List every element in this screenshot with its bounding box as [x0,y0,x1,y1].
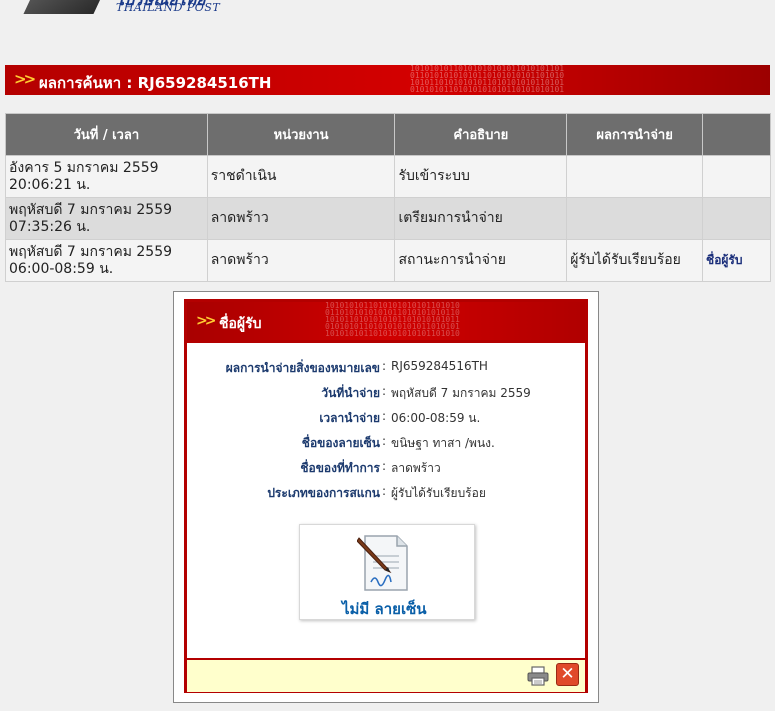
column-header-description: คำอธิบาย [394,113,568,156]
detail-row-office-name: ชื่อของที่ทำการ : ลาดพร้าว [187,459,585,483]
detail-label: ชื่อของลายเซ็น [301,436,380,450]
office-cell: ราชดำเนิน [206,155,396,198]
datetime-cell: พฤหัสบดี 7 มกราคม 2559 07:35:26 น. [5,197,208,240]
office-cell: ลาดพร้าว [206,197,396,240]
column-header-datetime: วันที่ / เวลา [5,113,208,156]
popup-title: ชื่อผู้รับ [219,316,262,332]
popup-panel: 1010101011010101010101101010 01101010101… [184,299,588,693]
receiver-name-link[interactable]: ชื่อผู้รับ [706,253,742,267]
receiver-popup: 1010101011010101010101101010 01101010101… [173,291,599,703]
detail-row-delivery-time: เวลานำจ่าย : 06:00-08:59 น. [187,409,585,433]
detail-colon: : [382,459,387,473]
table-row: พฤหัสบดี 7 มกราคม 2559 07:35:26 น. ลาดพร้… [5,197,771,240]
link-cell [702,155,771,198]
thailand-post-logo: ไปรษณีย์ไทย THAILAND POST [0,0,260,22]
date-text: พฤหัสบดี 7 มกราคม 2559 [9,201,173,218]
signature-box: ไม่มี ลายเซ็น [299,524,475,620]
close-icon[interactable]: ✕ [556,663,579,686]
datetime-cell: อังคาร 5 มกราคม 2559 20:06:21 น. [5,155,208,198]
header-divider [187,340,585,343]
description-cell: เตรียมการนำจ่าย [394,197,568,240]
detail-row-scan-type: ประเภทของการสแกน : ผู้รับได้รับเรียบร้อย [187,484,585,508]
detail-colon: : [382,484,387,498]
result-cell [566,197,704,240]
logo-mark-icon [23,0,107,14]
column-header-office: หน่วยงาน [206,113,396,156]
time-text: 07:35:26 น. [9,218,91,235]
link-cell: ชื่อผู้รับ [702,239,771,282]
detail-row-delivery-date: วันที่นำจ่าย : พฤหัสบดี 7 มกราคม 2559 [187,384,585,408]
detail-colon: : [382,384,387,398]
logo-english-text: THAILAND POST [116,1,221,14]
popup-header: 1010101011010101010101101010 01101010101… [187,302,585,340]
double-chevron-icon: >> [14,70,36,88]
detail-label: ประเภทของการสแกน [267,486,380,500]
table-header-row: วันที่ / เวลา หน่วยงาน คำอธิบาย ผลการนำจ… [5,113,771,156]
datetime-cell: พฤหัสบดี 7 มกราคม 2559 06:00-08:59 น. [5,239,208,282]
description-cell: สถานะการนำจ่าย [394,239,568,282]
result-banner-title: ผลการค้นหา : RJ659284516TH [39,74,272,92]
result-banner: 10101010110101010101011010101101 0110101… [5,65,770,95]
detail-value: 06:00-08:59 น. [391,411,481,425]
detail-row-signer-name: ชื่อของลายเซ็น : ขนิษฐา ทาสา /พนง. [187,434,585,458]
detail-value: ขนิษฐา ทาสา /พนง. [391,436,495,450]
no-signature-text: ไม่มี ลายเซ็น [342,600,427,618]
detail-colon: : [382,359,387,373]
detail-value: RJ659284516TH [391,359,488,373]
column-header-empty [702,113,771,156]
popup-footer: ✕ [187,658,585,692]
office-cell: ลาดพร้าว [206,239,396,282]
detail-value: พฤหัสบดี 7 มกราคม 2559 [391,386,531,400]
detail-colon: : [382,409,387,423]
column-header-result: ผลการนำจ่าย [566,113,704,156]
result-cell: ผู้รับได้รับเรียบร้อย [566,239,704,282]
document-signature-icon [357,535,408,591]
detail-value: ผู้รับได้รับเรียบร้อย [391,486,486,500]
binary-pattern-decoration: 10101010110101010101011010101101 0110101… [410,65,565,94]
description-cell: รับเข้าระบบ [394,155,568,198]
date-text: อังคาร 5 มกราคม 2559 [9,159,159,176]
detail-value: ลาดพร้าว [391,461,441,475]
result-cell [566,155,704,198]
tracking-table: วันที่ / เวลา หน่วยงาน คำอธิบาย ผลการนำจ… [5,113,771,282]
time-text: 06:00-08:59 น. [9,260,114,277]
printer-icon[interactable] [527,666,549,686]
detail-label: ผลการนำจ่ายสิ่งของหมายเลข [225,361,380,375]
table-row: พฤหัสบดี 7 มกราคม 2559 06:00-08:59 น. ลาด… [5,239,771,282]
detail-label: เวลานำจ่าย [319,411,380,425]
detail-label: วันที่นำจ่าย [321,386,380,400]
double-chevron-icon: >> [196,313,217,329]
detail-colon: : [382,434,387,448]
table-row: อังคาร 5 มกราคม 2559 20:06:21 น. ราชดำเนิ… [5,155,771,198]
detail-label: ชื่อของที่ทำการ [300,461,380,475]
binary-pattern-decoration: 1010101011010101010101101010 01101010101… [325,302,460,338]
date-text: พฤหัสบดี 7 มกราคม 2559 [9,243,173,260]
link-cell [702,197,771,240]
detail-row-item-number: ผลการนำจ่ายสิ่งของหมายเลข : RJ659284516T… [187,359,585,383]
time-text: 20:06:21 น. [9,176,91,193]
